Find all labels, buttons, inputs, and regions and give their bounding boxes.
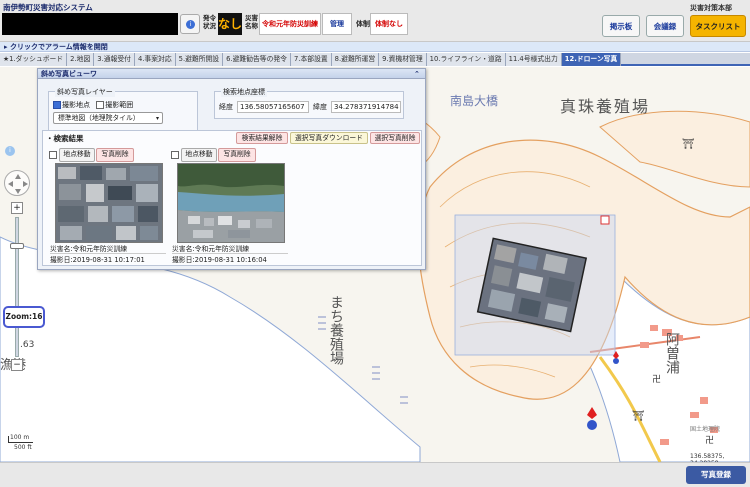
alert-display	[2, 13, 178, 35]
panel-title-text: 斜め写真ビューワ	[41, 70, 97, 78]
tab-form4-output[interactable]: 11.4号様式出力	[505, 53, 562, 66]
panel-title: 斜め写真ビューワ ⌃	[38, 69, 425, 79]
results-title: ・検索結果	[46, 134, 84, 143]
system-title: 南伊勢町災害対応システム	[3, 3, 93, 12]
alarm-toggle-text: クリックでアラーム情報を開閉	[9, 43, 108, 51]
lon-field[interactable]: 136.58057165607	[237, 101, 309, 113]
tab-shelter-open[interactable]: 5.避難所開設	[175, 53, 224, 66]
manage-button[interactable]: 管理	[322, 13, 352, 35]
drone-photo-thumbnail[interactable]	[55, 163, 163, 243]
zoom-slider-handle[interactable]	[10, 243, 24, 249]
delete-photo-button[interactable]: 写真削除	[96, 148, 134, 162]
range-checkbox-label: 撮影範囲	[105, 101, 134, 109]
basemap-select-value: 標準地図（地理院タイル）	[58, 114, 140, 122]
disaster-name-label: 災害名称	[245, 14, 258, 30]
tab-hq-setup[interactable]: 7.本部設置	[290, 53, 332, 66]
photo-select-checkbox[interactable]	[49, 151, 57, 159]
search-coordinate-fieldset: 検索地点座標 経度 136.58057165607 緯度 34.27837191…	[214, 87, 404, 119]
tab-dashboard[interactable]: ★1.ダッシュボード	[0, 53, 68, 66]
photo-card: 地点移動 写真削除 災害名:令和元年防災訓練 撮影日:2019-08-31 10…	[171, 146, 289, 264]
tab-equipment[interactable]: 9.資機材管理	[379, 53, 427, 66]
photo-register-button[interactable]: 写真登録	[686, 466, 746, 484]
lat-field[interactable]: 34.278371914784	[331, 101, 401, 113]
tab-lifeline-roads[interactable]: 10.ライフライン・道路	[426, 53, 506, 66]
collapse-icon[interactable]: ⌃	[414, 70, 422, 78]
jump-to-location-button[interactable]: 地点移動	[59, 148, 95, 162]
hq-label: 災害対策本部	[690, 4, 732, 12]
photo-disaster-name: 災害名:令和元年防災訓練	[172, 243, 288, 254]
tab-incident-response[interactable]: 4.事案対応	[134, 53, 176, 66]
tab-map[interactable]: 2.地図	[67, 53, 95, 66]
photo-select-checkbox[interactable]	[171, 151, 179, 159]
layer-fieldset: 斜め写真レイヤー 撮影地点 撮影範囲 標準地図（地理院タイル） ▾	[48, 87, 198, 131]
tab-report-intake[interactable]: 3.通報受付	[94, 53, 135, 66]
tab-shelter-ops[interactable]: 8.避難所運営	[331, 53, 380, 66]
oblique-photo-viewer-panel: 斜め写真ビューワ ⌃ 斜め写真レイヤー 撮影地点 撮影範囲 標準地図（地理院タイ…	[37, 68, 426, 270]
svg-text:卍: 卍	[705, 435, 714, 446]
disaster-name-value: 令和元年防災訓練	[259, 13, 321, 35]
alarm-toggle-bar[interactable]: ▸ クリックでアラーム情報を開閉	[0, 42, 750, 52]
results-title-text: 検索結果	[53, 134, 84, 143]
taisei-status: 体制なし	[370, 13, 408, 35]
photo-disaster-name: 災害名:令和元年防災訓練	[50, 243, 166, 254]
info-button[interactable]: i	[180, 14, 200, 34]
jump-to-location-button[interactable]: 地点移動	[181, 148, 217, 162]
main-tabs: ★1.ダッシュボード 2.地図 3.通報受付 4.事案対応 5.避難所開設 6.…	[0, 53, 750, 66]
svg-text:⛩: ⛩	[632, 410, 645, 422]
zoom-slider-track[interactable]	[15, 217, 19, 357]
scale-bar: 100 m 500 ft	[8, 434, 38, 452]
app-header: 南伊勢町災害対応システム i 発令状況 なし 災害名称 令和元年防災訓練 管理 …	[0, 0, 750, 42]
photo-shot-date: 撮影日:2019-08-31 10:16:04	[172, 256, 267, 264]
photo-shot-date: 撮影日:2019-08-31 10:17:01	[50, 256, 145, 264]
layer-legend: 斜め写真レイヤー	[55, 87, 115, 97]
lat-label: 緯度	[313, 103, 327, 111]
photo-card: 地点移動 写真削除 災害名:令和元年防災訓練 撮影日:2019-08-31 10…	[49, 146, 167, 264]
taisei-label: 体制	[356, 20, 370, 28]
coord-legend: 検索地点座標	[221, 87, 267, 97]
zoom-out-button[interactable]: −	[11, 359, 23, 371]
search-results-fieldset: ・検索結果 検索結果解除 選択写真ダウンロード 選択写真削除 地点移動 写真削除	[42, 130, 422, 266]
place-label-bridge: 南島大橋	[450, 93, 498, 108]
place-label-aso: 阿曽浦	[664, 332, 680, 374]
pan-control[interactable]	[4, 170, 30, 196]
delete-selected-button[interactable]: 選択写真削除	[370, 132, 420, 144]
drone-photo-thumbnail[interactable]	[177, 163, 285, 243]
meeting-minutes-button[interactable]: 会議録	[646, 15, 684, 37]
lon-label: 経度	[219, 103, 233, 111]
svg-text:卍: 卍	[652, 374, 661, 385]
layer-checkboxes: 撮影地点 撮影範囲	[53, 100, 133, 110]
clear-search-button[interactable]: 検索結果解除	[236, 132, 288, 144]
scale-ft: 500 ft	[14, 444, 32, 451]
map-copyright: 国土地理院	[690, 426, 721, 433]
range-checkbox[interactable]	[96, 101, 105, 109]
hatsurei-status: なし	[218, 13, 242, 35]
chevron-down-icon: ▾	[155, 115, 159, 122]
svg-text:⛩: ⛩	[682, 138, 695, 150]
map-info-icon[interactable]: i	[5, 146, 15, 156]
footer-bar	[0, 462, 750, 487]
points-checkbox[interactable]	[53, 101, 61, 109]
place-label-pearl: 真珠養殖場	[560, 97, 650, 116]
delete-photo-button[interactable]: 写真削除	[218, 148, 256, 162]
place-label-machi: まち養殖場	[328, 295, 344, 365]
tab-drone-photos[interactable]: 12.ドローン写真	[561, 53, 622, 66]
bulletin-board-button[interactable]: 掲示板	[602, 15, 640, 37]
download-selected-button[interactable]: 選択写真ダウンロード	[290, 132, 368, 144]
basemap-select[interactable]: 標準地図（地理院タイル） ▾	[53, 112, 163, 124]
scale-m: 100 m	[10, 434, 30, 441]
task-list-button[interactable]: タスクリスト	[690, 15, 746, 37]
spot-height: .63	[20, 340, 34, 350]
zoom-level-badge: Zoom:16	[3, 306, 45, 328]
info-icon: i	[186, 20, 195, 29]
zoom-in-button[interactable]: +	[11, 202, 23, 214]
hatsurei-label: 発令状況	[203, 14, 216, 30]
points-checkbox-label: 撮影地点	[62, 101, 90, 109]
tab-evacuation-orders[interactable]: 6.避難勧告等の発令	[223, 53, 291, 66]
